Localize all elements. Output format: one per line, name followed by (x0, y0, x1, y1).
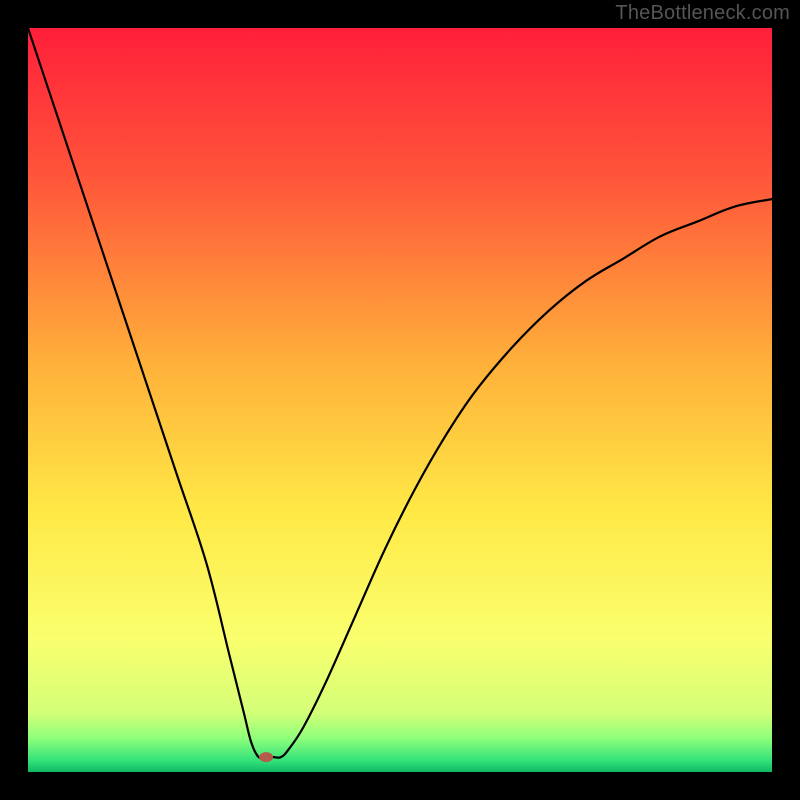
plot-area (28, 28, 772, 772)
watermark-text: TheBottleneck.com (615, 2, 790, 25)
marker-dot (259, 752, 273, 762)
chart-frame: TheBottleneck.com (0, 0, 800, 800)
gradient-background (28, 28, 772, 772)
chart-svg (28, 28, 772, 772)
